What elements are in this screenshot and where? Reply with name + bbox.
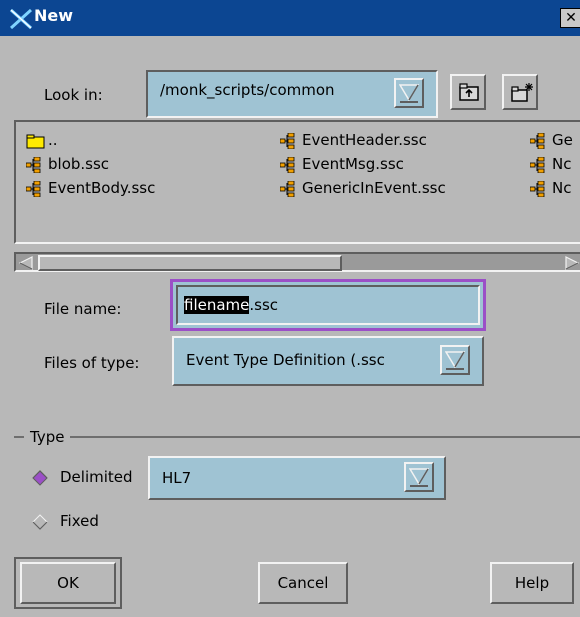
file-name-selected-text: filename: [184, 296, 250, 314]
folder-up-icon: [459, 83, 479, 101]
file-name-label: File name:: [44, 300, 122, 318]
file-ssc-icon: [280, 157, 295, 173]
file-name-input[interactable]: filename.ssc: [176, 285, 480, 325]
files-of-type-label: Files of type:: [44, 354, 140, 372]
title-bar[interactable]: New ✕: [0, 0, 580, 36]
look-in-value: /monk_scripts/common: [160, 81, 335, 99]
files-of-type-value: Event Type Definition (.ssc: [186, 351, 385, 369]
ok-button[interactable]: OK: [20, 562, 116, 604]
cancel-button[interactable]: Cancel: [258, 562, 348, 604]
file-ssc-icon: [26, 181, 41, 197]
files-of-type-combo[interactable]: Event Type Definition (.ssc: [172, 336, 484, 386]
window-title: New: [34, 6, 74, 25]
chevron-down-icon: [445, 351, 465, 370]
file-ssc-icon: [530, 133, 545, 149]
look-in-combo[interactable]: /monk_scripts/common: [146, 70, 438, 118]
new-folder-icon: [511, 83, 533, 102]
file-list[interactable]: .. blob.ssc EventBody.ssc EventHeader.ss…: [14, 120, 580, 244]
radio-fixed-icon[interactable]: [32, 514, 48, 530]
close-button[interactable]: ✕: [560, 8, 580, 28]
scrollbar-thumb[interactable]: [38, 255, 342, 271]
scroll-right-arrow-icon[interactable]: [564, 256, 580, 270]
chevron-down-icon: [399, 84, 419, 103]
file-ssc-icon: [26, 157, 41, 173]
file-ssc-icon: [530, 157, 545, 173]
up-folder-button[interactable]: [450, 74, 486, 110]
delimited-format-combo[interactable]: HL7: [148, 456, 446, 500]
folder-icon: [26, 134, 45, 149]
files-of-type-dropdown-button[interactable]: [440, 345, 470, 375]
scroll-left-arrow-icon[interactable]: [18, 256, 34, 270]
radio-delimited-label[interactable]: Delimited: [60, 468, 133, 486]
horizontal-scrollbar[interactable]: [14, 252, 580, 272]
delimited-format-dropdown-button[interactable]: [404, 462, 434, 492]
chevron-down-icon: [409, 468, 429, 487]
x-logo-icon: [10, 8, 32, 30]
new-dialog: New ✕ Look in: /monk_scripts/common .. b…: [0, 0, 580, 617]
look-in-label: Look in:: [44, 86, 103, 104]
delimited-format-value: HL7: [162, 469, 192, 487]
file-name-extension: .ssc: [249, 296, 279, 314]
new-folder-button[interactable]: [502, 74, 538, 110]
help-button[interactable]: Help: [490, 562, 574, 604]
look-in-dropdown-button[interactable]: [394, 78, 424, 108]
type-group-label: Type: [24, 428, 71, 446]
radio-delimited-selected-icon[interactable]: [32, 470, 48, 486]
file-ssc-icon: [280, 181, 295, 197]
file-ssc-icon: [280, 133, 295, 149]
file-ssc-icon: [530, 181, 545, 197]
radio-fixed-label[interactable]: Fixed: [60, 512, 99, 530]
